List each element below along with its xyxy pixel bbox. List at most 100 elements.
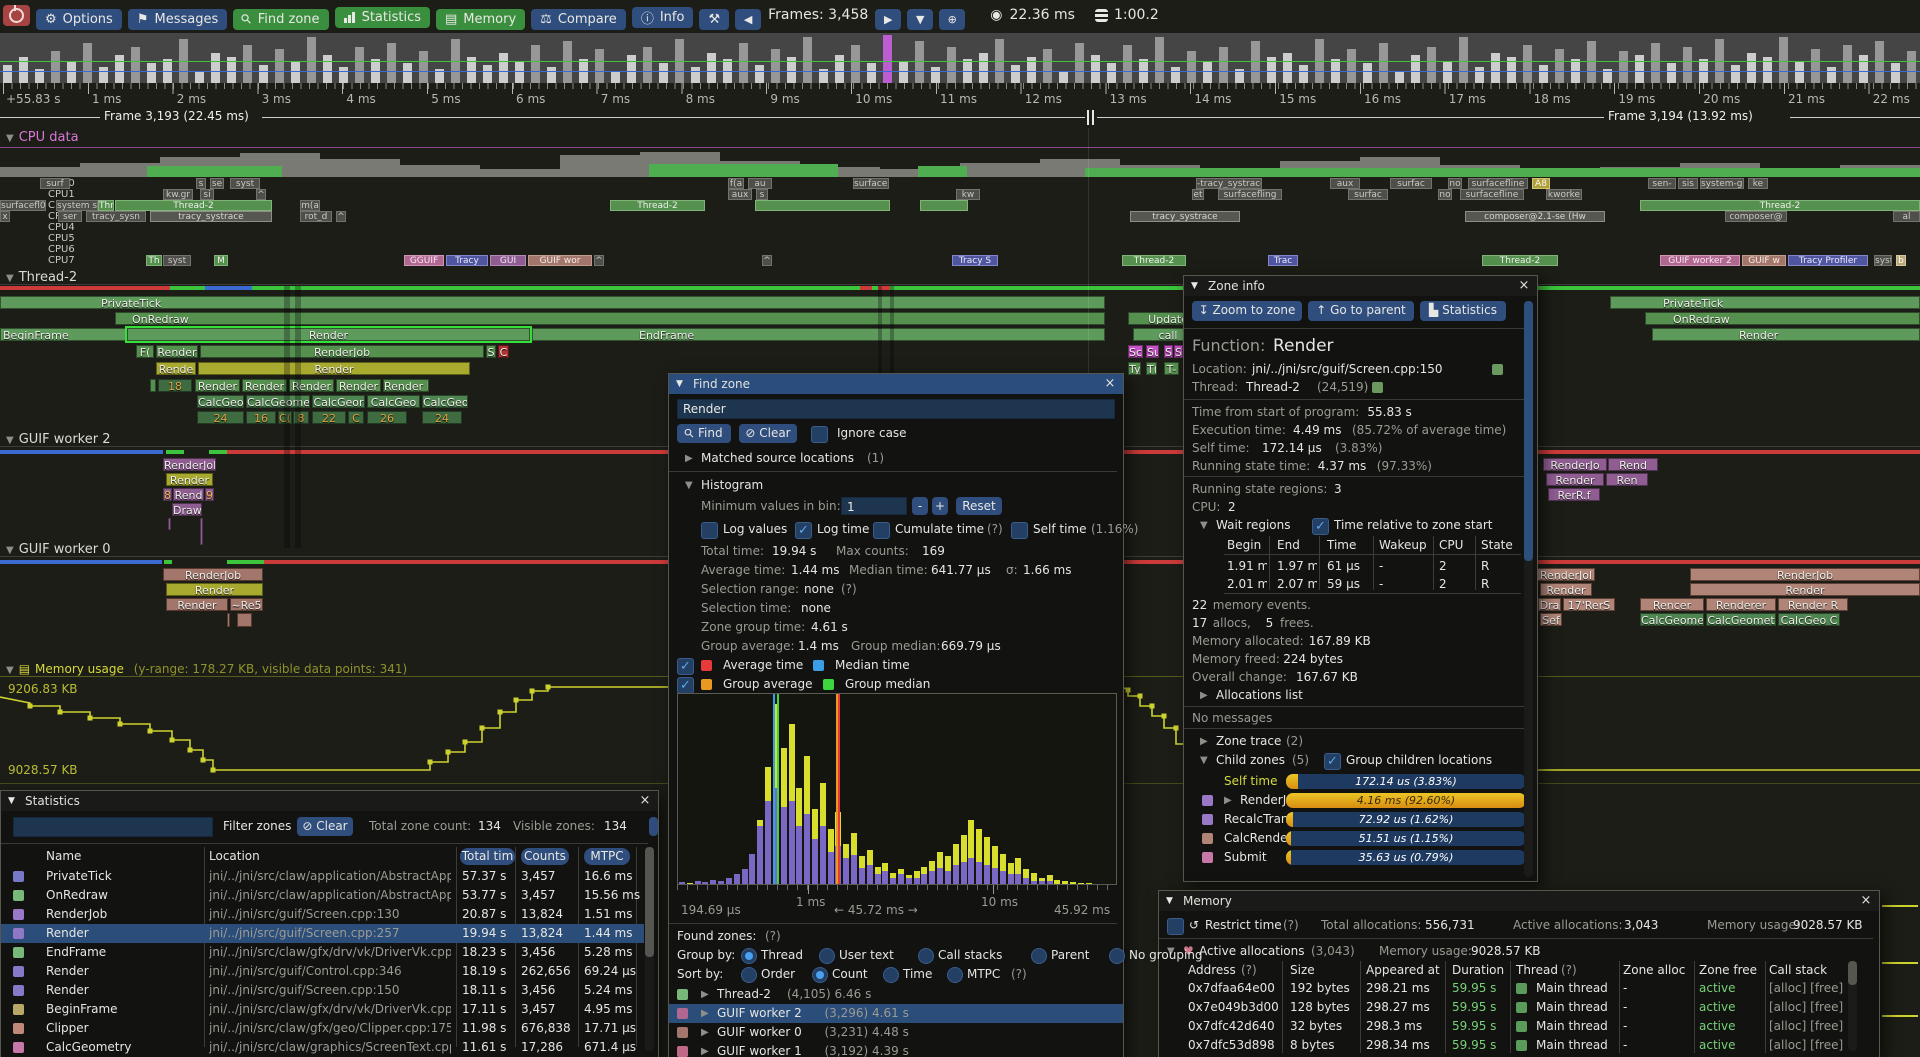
timeline-zone[interactable]: Rende [156, 362, 196, 375]
cpu-zone[interactable]: x [0, 211, 10, 222]
alloc-row[interactable]: 0x7e049b3d00128 bytes298.27 ms59.95 sMai… [1159, 998, 1879, 1017]
cpu-zone[interactable]: surfacefline [1468, 178, 1528, 189]
timeline-zone[interactable]: Render [195, 379, 240, 392]
cpu-zone[interactable]: surface! [853, 178, 889, 189]
close-icon[interactable]: × [1517, 276, 1531, 296]
filter-input[interactable] [13, 817, 213, 837]
timeline-zone[interactable]: OnRedraw [115, 312, 1105, 325]
timeline-zone[interactable]: CalcGeo C [1778, 613, 1840, 626]
cpu-zone[interactable]: no [1448, 178, 1462, 189]
time-relative-checkbox[interactable] [1312, 518, 1329, 535]
cpu-zone[interactable]: surfacefling [1218, 189, 1282, 200]
zone-info-scroll-thumb[interactable] [1524, 301, 1533, 561]
histogram-header[interactable]: ▼Histogram [669, 476, 1123, 495]
window-titlebar[interactable]: ▼Statistics× [1, 791, 658, 811]
sort-by-mtpc[interactable] [947, 967, 963, 983]
timeline-zone[interactable]: Render [166, 583, 263, 596]
close-icon[interactable]: × [638, 791, 652, 811]
timeline-zone[interactable] [227, 613, 230, 627]
cpu-zone[interactable]: ^ [336, 211, 346, 222]
thread-header-1[interactable]: ▼GUIF worker 2 [6, 432, 110, 447]
cumulate-time-checkbox[interactable] [873, 522, 890, 539]
timeline-zone[interactable]: Render [166, 473, 213, 486]
clipped-button[interactable] [649, 817, 658, 836]
toolbar-button-info[interactable]: ⓘInfo [632, 7, 694, 28]
cpu-zone[interactable]: Thread-2 [1122, 255, 1186, 266]
cpu-zone[interactable]: system se [56, 200, 98, 211]
timeline-zone[interactable] [150, 379, 156, 392]
cpu-zone[interactable]: Th [146, 255, 162, 266]
timeline-zone[interactable]: Render [127, 328, 530, 341]
child-zone-row[interactable]: CalcRenderNodes51.51 us (1.15%) [1184, 829, 1537, 848]
focus-frame-button[interactable]: ⊕ [939, 9, 965, 30]
sort-counts-button[interactable]: Counts [521, 848, 569, 865]
child-zones-header[interactable]: ▼Child zones(5)Group children locations [1184, 751, 1537, 770]
stats-row[interactable]: Renderjni/../jni/src/guif/Screen.cpp:150… [1, 981, 644, 1000]
frame-select-button[interactable]: ▼ [907, 9, 933, 30]
timeline-zone[interactable]: Render [156, 345, 198, 358]
timeline-zone[interactable]: Render [198, 362, 470, 375]
cpu-zone[interactable]: surfacefl0:2g [0, 200, 46, 211]
cpu-zone[interactable]: tracy_systrace [150, 211, 272, 222]
timeline-zone[interactable]: T- [1164, 362, 1179, 375]
cpu-zone[interactable]: Tracy S [952, 255, 998, 266]
stats-row[interactable]: RenderJobjni/../jni/src/guif/Screen.cpp:… [1, 905, 644, 924]
timeline-zone[interactable]: RenderJob [1690, 568, 1920, 581]
toolbar-button-power[interactable] [3, 5, 30, 26]
cpu-zone[interactable]: GGUIF [404, 255, 444, 266]
cpu-zone[interactable]: se [210, 178, 224, 189]
timeline-zone[interactable]: CalcGeo [422, 395, 468, 408]
timeline-zone[interactable]: 22 [312, 411, 346, 424]
cpu-zone[interactable]: A8 [1532, 178, 1550, 189]
cpu-zone[interactable]: Tracy [446, 255, 488, 266]
cpu-zone[interactable]: Trac [1268, 255, 1298, 266]
cpu-zone[interactable]: f(a [728, 178, 744, 189]
timeline-zone[interactable]: Render [336, 379, 381, 392]
cpu-zone[interactable]: aux [1330, 178, 1360, 189]
cpu-zone[interactable]: tracy_systrace [1130, 211, 1240, 222]
group-by-call-stacks[interactable] [918, 948, 934, 964]
timeline-zone[interactable]: Sc [1128, 345, 1143, 358]
restrict-time-checkbox[interactable] [1167, 918, 1184, 935]
cpu-zone[interactable]: composer@2.1-se (Hw [1465, 211, 1605, 222]
timeline-zone[interactable]: Rend [173, 488, 204, 501]
next-frame-button[interactable]: ▶ [875, 9, 901, 30]
cpu-zone[interactable]: et [1192, 189, 1204, 200]
sort-by-count[interactable] [812, 967, 828, 983]
find-zone-search-input[interactable]: Render [677, 399, 1115, 419]
alloc-row[interactable]: 0x7dfc53d8988 bytes298.34 ms59.95 sMain … [1159, 1036, 1879, 1055]
timeline-zone[interactable]: Ty [1128, 362, 1141, 375]
cpu-zone[interactable]: sen- [1648, 178, 1676, 189]
timeline-zone[interactable]: PrivateTick [1610, 296, 1920, 309]
stats-row[interactable]: Renderjni/../jni/src/guif/Screen.cpp:257… [1, 924, 644, 943]
timeline-zone[interactable]: CalcGeor [312, 395, 365, 408]
statistics-button[interactable]: ▙ Statistics [1420, 301, 1506, 321]
bin-reset-button[interactable]: Reset [956, 497, 1002, 515]
timeline-zone[interactable]: Render R [1778, 598, 1848, 611]
wait-regions-header[interactable]: ▼Wait regionsTime relative to zone start [1184, 516, 1537, 535]
cpu-zone[interactable]: ke [1748, 178, 1768, 189]
timeline-zone[interactable]: 26 [367, 411, 407, 424]
timeline-zone[interactable]: 9 [205, 488, 214, 501]
timeline-zone[interactable]: RerR.f [1548, 488, 1600, 501]
timeline-zone[interactable]: RenderJol [163, 458, 216, 471]
cpu-zone[interactable]: GUIF w [1742, 255, 1786, 266]
stats-row[interactable]: OnRedrawjni/../jni/src/claw/application/… [1, 886, 644, 905]
child-zone-row[interactable]: ▶RenderJob(×2)4.16 ms (92.60%) [1184, 791, 1537, 810]
self-time-checkbox[interactable] [1011, 522, 1028, 539]
timeline-zone[interactable]: 17'RerS [1563, 598, 1615, 611]
cpu-zone[interactable]: rot_d [300, 211, 332, 222]
cpu-zone[interactable]: s [756, 189, 768, 200]
cpu-zone[interactable]: Thre [98, 200, 114, 211]
window-titlebar[interactable]: ▼Find zone× [669, 374, 1123, 394]
timeline-zone[interactable]: Rend [1608, 458, 1658, 471]
timeline-zone[interactable]: S [1174, 345, 1183, 358]
cpu-zone[interactable]: syst [230, 178, 260, 189]
cpu-zone[interactable]: GUIF worker 2 [1660, 255, 1740, 266]
allocations-list[interactable]: ▶Allocations list [1184, 686, 1537, 705]
cpu-zone[interactable]: Thread-2 [610, 200, 705, 211]
cpu-zone[interactable]: Tracy Profiler [1788, 255, 1868, 266]
timeline-zone[interactable]: RenderJo [1543, 458, 1607, 471]
close-icon[interactable]: × [1859, 891, 1873, 911]
timeline-zone[interactable]: C [348, 411, 364, 424]
